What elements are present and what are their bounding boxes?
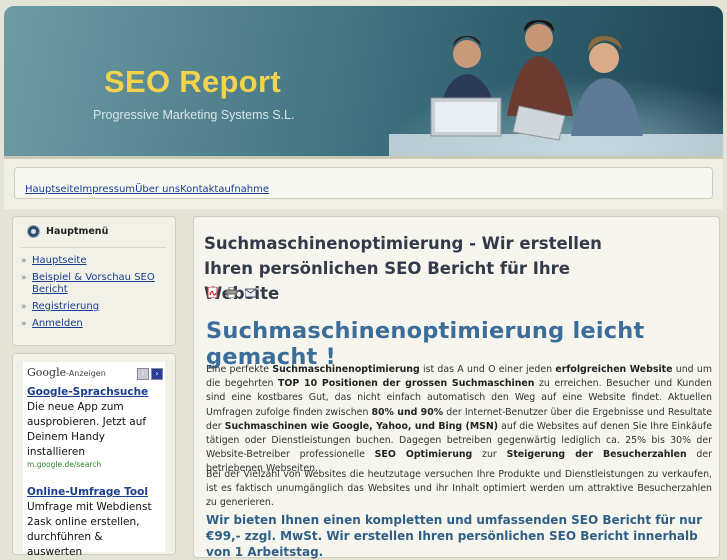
emphasis-text: 80% und 90% [371, 406, 444, 418]
emphasis-text: Suchmaschinen wie Google, Yahoo, und Bin… [224, 420, 499, 432]
menu-item-beispiel[interactable]: Beispiel & Vorschau SEO Bericht [21, 272, 166, 296]
ad-title[interactable]: Online-Umfrage Tool [27, 486, 148, 498]
menu-item-registrierung[interactable]: Registrierung [21, 301, 166, 313]
google-ads-box: Google-Anzeigen ‹ › Google-Sprachsuche D… [23, 362, 165, 558]
nav-link-ueber-uns[interactable]: Über uns [135, 184, 180, 195]
pdf-icon[interactable] [207, 287, 218, 298]
emphasis-text: SEO Optimierung [374, 449, 473, 461]
ads-module: Google-Anzeigen ‹ › Google-Sprachsuche D… [12, 353, 176, 558]
main-menu-module: Hauptmenü Hauptseite Beispiel & Vorschau… [12, 216, 176, 346]
paragraph-text: ist das A und O einer jeden [419, 364, 556, 375]
ad-text: Umfrage mit Webdienst 2ask online erstel… [27, 501, 152, 558]
ad-text: Die neue App zum ausprobieren. Jetzt auf… [27, 401, 147, 458]
ads-next-icon[interactable]: › [151, 368, 163, 380]
print-icon[interactable] [226, 287, 237, 298]
paragraph-text: zur [472, 449, 507, 461]
ad-title[interactable]: Google-Sprachsuche [27, 386, 148, 398]
ads-header: Google-Anzeigen [27, 366, 106, 379]
article-paragraph-2: Bei der Vielzahl von Websites die heutzu… [206, 469, 712, 509]
main-menu-title-text: Hauptmenü [46, 226, 109, 237]
paragraph-text: Eine perfekte [206, 364, 273, 375]
top-nav-bar: HauptseiteImpressumÜber unsKontaktaufnah… [4, 156, 723, 209]
menu-item-hauptseite[interactable]: Hauptseite [21, 255, 166, 267]
menu-item-anmelden[interactable]: Anmelden [21, 318, 166, 330]
main-menu-title: Hauptmenü [27, 225, 108, 238]
menu-bullet-icon [27, 225, 40, 238]
site-header: SEO Report Progressive Marketing Systems… [4, 6, 723, 156]
main-menu-list: Hauptseite Beispiel & Vorschau SEO Beric… [21, 255, 166, 335]
header-photo-people [389, 20, 723, 156]
ads-label: -Anzeigen [66, 369, 106, 378]
article-actions [207, 287, 256, 298]
article-paragraph-1: Eine perfekte Suchmaschinenoptimierung i… [206, 363, 712, 477]
article-title: Suchmaschinenoptimierung - Wir erstellen… [204, 234, 602, 303]
nav-link-kontakt[interactable]: Kontaktaufnahme [180, 184, 269, 195]
divider [21, 247, 166, 248]
emphasis-text: Suchmaschinenoptimierung [272, 364, 420, 375]
email-icon[interactable] [245, 287, 256, 298]
ad-url[interactable]: m.google.de/search [27, 460, 101, 469]
main-content: Suchmaschinenoptimierung - Wir erstellen… [193, 216, 720, 559]
emphasis-text: Steigerung der Besucherzahlen [506, 449, 687, 461]
google-logo[interactable]: Google [27, 366, 66, 379]
nav-link-impressum[interactable]: Impressum [79, 184, 135, 195]
top-nav: HauptseiteImpressumÜber unsKontaktaufnah… [14, 167, 713, 199]
article-offer: Wir bieten Ihnen einen kompletten und um… [206, 513, 703, 559]
emphasis-text: erfolgreichen Website [555, 364, 673, 375]
site-subtitle: Progressive Marketing Systems S.L. [93, 108, 295, 122]
site-title[interactable]: SEO Report [104, 64, 281, 100]
ads-prev-icon[interactable]: ‹ [137, 368, 149, 380]
emphasis-text: TOP 10 Positionen der grossen Suchmaschi… [278, 378, 535, 390]
nav-link-hauptseite[interactable]: Hauptseite [25, 184, 79, 195]
